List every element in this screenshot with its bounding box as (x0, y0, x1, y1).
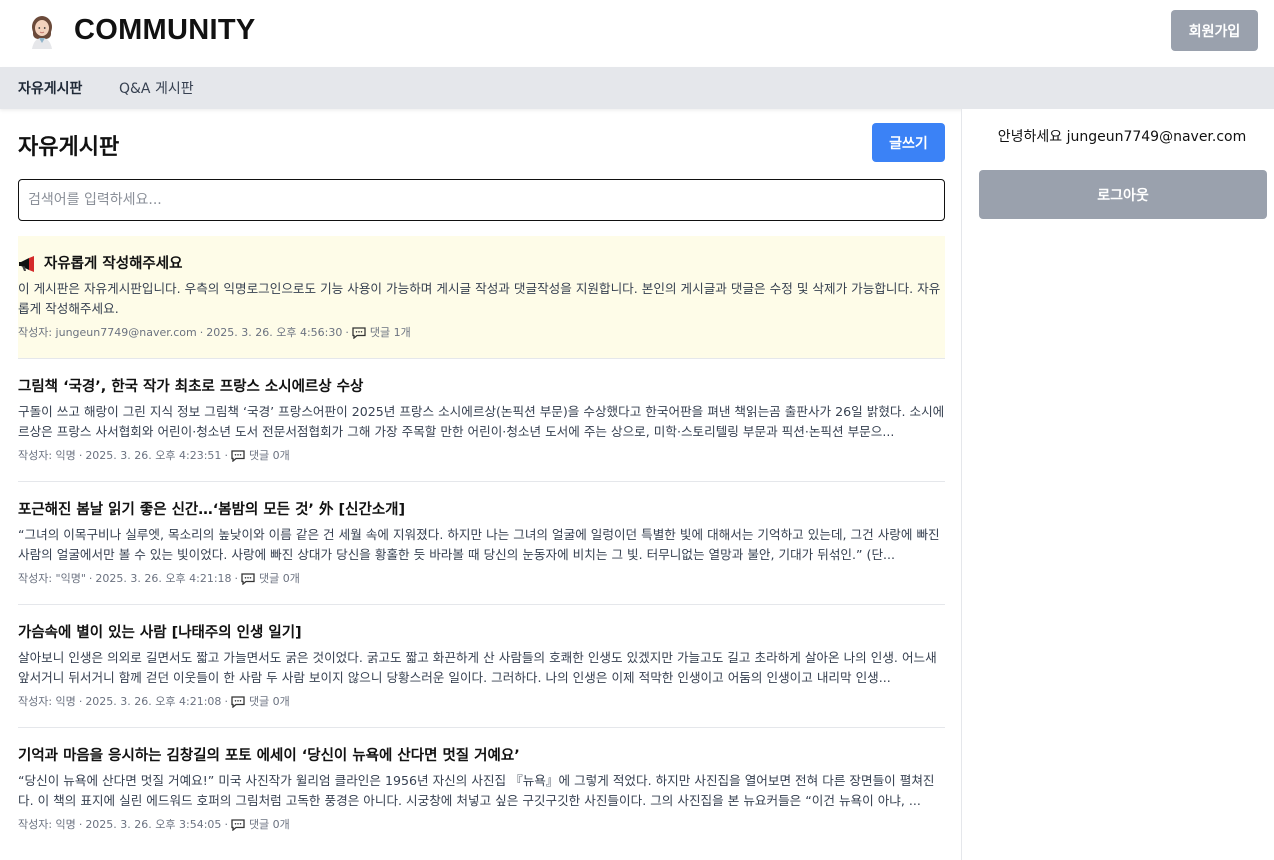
signup-button[interactable]: 회원가입 (1171, 10, 1258, 51)
megaphone-icon (18, 256, 38, 272)
post-author: 작성자: "익명" (18, 572, 86, 585)
logout-button[interactable]: 로그아웃 (979, 170, 1267, 219)
post-title: 그림책 ‘국경’, 한국 작가 최초로 프랑스 소시에르상 수상 (18, 379, 364, 395)
search-input[interactable] (18, 179, 945, 221)
comment-count: 댓글 0개 (259, 572, 300, 585)
comment-count: 댓글 0개 (248, 449, 290, 462)
comment-count: 댓글 1개 (369, 326, 411, 339)
post-title: 자유롭게 작성해주세요 (18, 254, 945, 274)
notice-post[interactable]: 자유롭게 작성해주세요 이 게시판은 자유게시판입니다. 우측의 익명로그인으로… (18, 236, 945, 359)
site-header: COMMUNITY 회원가입 (0, 0, 1274, 67)
post-meta: 작성자: 익명 · 2025. 3. 26. 오후 4:21:08 · 댓글 0… (18, 695, 290, 709)
comment-count: 댓글 0개 (248, 818, 290, 831)
tab-free-board[interactable]: 자유게시판 (18, 78, 82, 98)
post-author: 작성자: jungeun7749@naver.com (18, 326, 197, 339)
tab-qna-board[interactable]: Q&A 게시판 (119, 78, 194, 98)
post-author: 작성자: 익명 (18, 695, 76, 708)
comment-icon (241, 573, 255, 586)
avatar-logo-icon[interactable] (26, 13, 58, 49)
post-title: 가슴속에 별이 있는 사람 [나태주의 인생 일기] (18, 625, 302, 641)
page-title: 자유게시판 (18, 135, 120, 160)
post-excerpt: 살아보니 인생은 의외로 길면서도 짧고 가늘면서도 굵은 것이었다. 굵고도 … (18, 650, 937, 685)
post-excerpt: 구돌이 쓰고 해랑이 그린 지식 정보 그림책 ‘국경’ 프랑스어판이 2025… (18, 404, 945, 439)
comment-icon (231, 819, 245, 832)
post-meta: 작성자: 익명 · 2025. 3. 26. 오후 3:54:05 · 댓글 0… (18, 818, 290, 832)
post-date: 2025. 3. 26. 오후 4:21:18 (95, 572, 232, 585)
site-title[interactable]: COMMUNITY (74, 14, 256, 47)
post-meta: 작성자: "익명" · 2025. 3. 26. 오후 4:21:18 · 댓글… (18, 572, 300, 586)
post-date: 2025. 3. 26. 오후 4:56:30 (206, 326, 343, 339)
list-item[interactable]: 기억과 마음을 응시하는 김창길의 포토 에세이 ‘당신이 뉴욕에 산다면 멋질… (18, 728, 945, 850)
user-sidebar: 안녕하세요 jungeun7749@naver.com 로그아웃 (961, 109, 1274, 860)
list-item[interactable]: 포근해진 봄날 읽기 좋은 신간…‘봄밤의 모든 것’ 外 [신간소개] “그녀… (18, 482, 945, 605)
post-list: 자유롭게 작성해주세요 이 게시판은 자유게시판입니다. 우측의 익명로그인으로… (18, 236, 945, 850)
greeting-text: 안녕하세요 jungeun7749@naver.com (997, 129, 1247, 145)
post-title: 포근해진 봄날 읽기 좋은 신간…‘봄밤의 모든 것’ 外 [신간소개] (18, 502, 406, 518)
post-author: 작성자: 익명 (18, 449, 76, 462)
post-date: 2025. 3. 26. 오후 4:21:08 (85, 695, 222, 708)
list-item[interactable]: 그림책 ‘국경’, 한국 작가 최초로 프랑스 소시에르상 수상 구돌이 쓰고 … (18, 359, 945, 482)
post-excerpt: “당신이 뉴욕에 산다면 멋질 거예요!” 미국 사진작가 윌리엄 클라인은 1… (18, 773, 935, 808)
post-title-text: 자유롭게 작성해주세요 (44, 256, 183, 272)
board-nav: 자유게시판 Q&A 게시판 (0, 67, 1274, 109)
main-content: 자유게시판 글쓰기 자유롭게 작성해주세요 이 게시판은 자유게시판입니다. 우… (0, 109, 961, 860)
comment-count: 댓글 0개 (248, 695, 290, 708)
post-meta: 작성자: 익명 · 2025. 3. 26. 오후 4:23:51 · 댓글 0… (18, 449, 290, 463)
comment-icon (352, 327, 366, 340)
write-button[interactable]: 글쓰기 (872, 123, 945, 162)
post-date: 2025. 3. 26. 오후 3:54:05 (85, 818, 222, 831)
post-date: 2025. 3. 26. 오후 4:23:51 (85, 449, 222, 462)
comment-icon (231, 696, 245, 709)
comment-icon (231, 450, 245, 463)
list-item[interactable]: 가슴속에 별이 있는 사람 [나태주의 인생 일기] 살아보니 인생은 의외로 … (18, 605, 945, 728)
post-author: 작성자: 익명 (18, 818, 76, 831)
post-title: 기억과 마음을 응시하는 김창길의 포토 에세이 ‘당신이 뉴욕에 산다면 멋질… (18, 748, 520, 764)
post-meta: 작성자: jungeun7749@naver.com · 2025. 3. 26… (18, 326, 411, 340)
post-excerpt: 이 게시판은 자유게시판입니다. 우측의 익명로그인으로도 기능 사용이 가능하… (18, 281, 941, 316)
post-excerpt: “그녀의 이목구비나 실루엣, 목소리의 높낮이와 이름 같은 건 세월 속에 … (18, 527, 940, 562)
